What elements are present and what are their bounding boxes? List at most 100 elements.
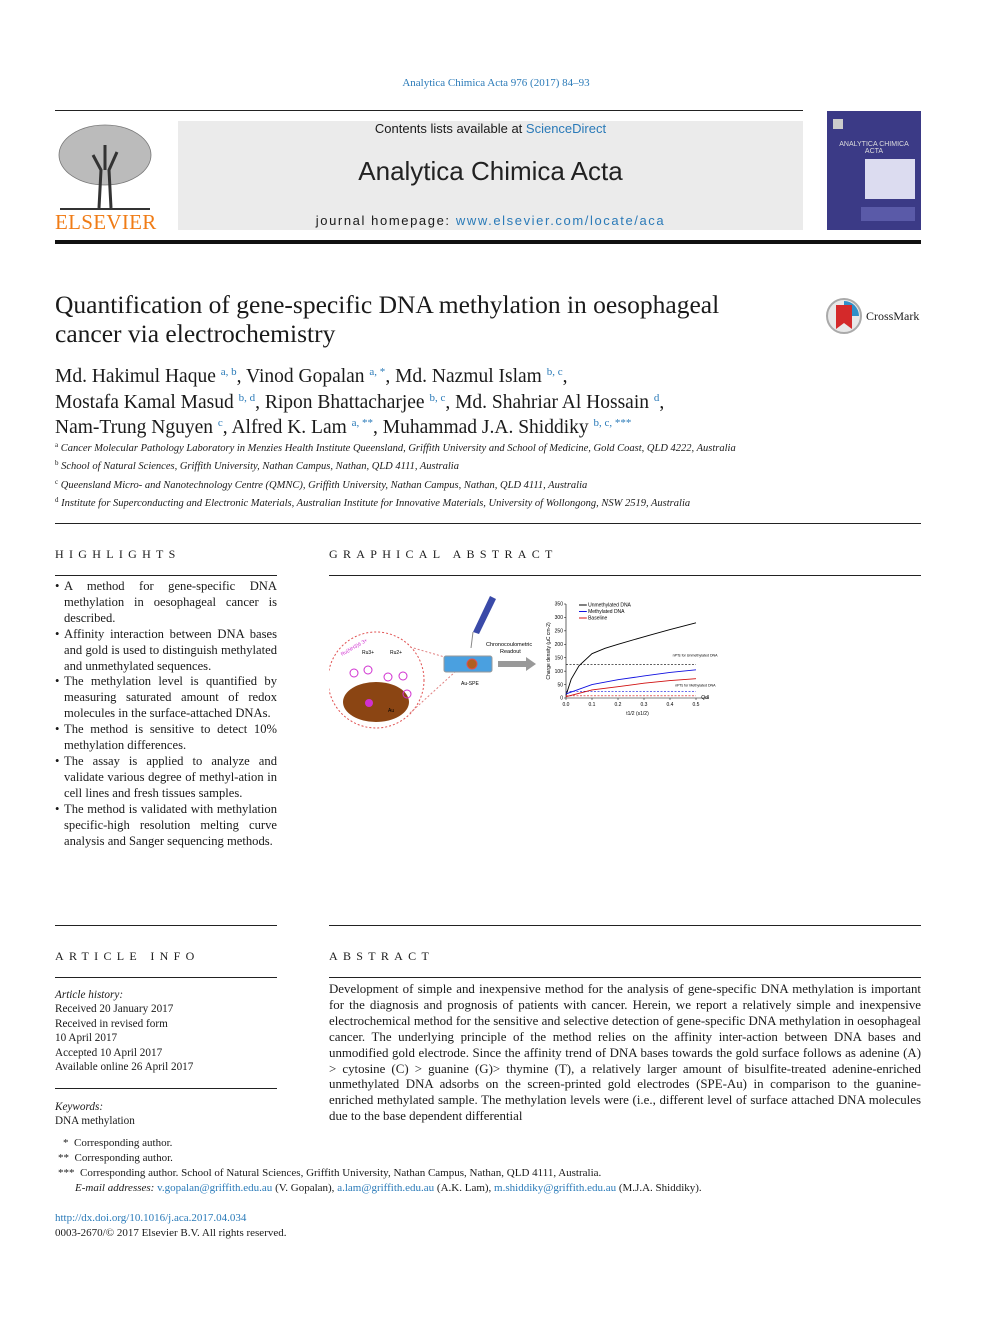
crossmark-icon — [826, 298, 862, 334]
author-affil[interactable]: a, * — [369, 366, 385, 378]
legend-label: Baseline — [588, 616, 607, 622]
affiliation-label: c — [55, 477, 59, 486]
author-name[interactable]: Muhammad J.A. Shiddiky — [383, 417, 589, 438]
author-name[interactable]: Nam-Trung Nguyen — [55, 417, 213, 438]
email-owner: (V. Gopalan), — [272, 1182, 338, 1194]
affiliation-c: c Queensland Micro- and Nanotechnology C… — [55, 475, 795, 493]
header-thick-rule — [55, 240, 921, 244]
x-axis-label: t1/2 (s1/2) — [626, 711, 649, 717]
graphical-abstract-heading: GRAPHICAL ABSTRACT — [329, 547, 558, 561]
author-affil[interactable]: b, c — [547, 366, 563, 378]
legend-label: Unmethylated DNA — [588, 603, 631, 609]
author-affil[interactable]: b, d — [239, 392, 256, 404]
highlight-item: The assay is applied to analyze and vali… — [55, 754, 277, 802]
author-affil[interactable]: a, ** — [352, 417, 373, 429]
redox-molecule-icon — [365, 699, 373, 707]
doi-link[interactable]: http://dx.doi.org/10.1016/j.aca.2017.04.… — [55, 1211, 246, 1226]
divider — [329, 575, 921, 576]
y-tick-label: 0 — [560, 696, 563, 702]
author-name[interactable]: Alfred K. Lam — [231, 417, 346, 438]
qdl-label: Qdl — [701, 695, 709, 701]
abstract-text: Development of simple and inexpensive me… — [329, 982, 921, 1124]
y-tick-label: 150 — [555, 655, 564, 661]
divider — [329, 925, 921, 926]
keywords: Keywords: DNA methylation — [55, 1100, 277, 1129]
au-label: Au — [388, 708, 394, 714]
crossmark-button[interactable]: CrossMark — [825, 297, 925, 335]
sciencedirect-link[interactable]: ScienceDirect — [526, 121, 606, 136]
footnote-mark: *** — [58, 1167, 75, 1179]
author-line-1: Md. Hakimul Haque a, b, Vinod Gopalan a,… — [55, 362, 795, 388]
history-label: Article history: — [55, 989, 124, 1001]
author-affil[interactable]: b, c, *** — [594, 417, 632, 429]
author-name[interactable]: Md. Hakimul Haque — [55, 366, 216, 387]
highlights-heading: HIGHLIGHTS — [55, 547, 181, 561]
affiliation-text: Queensland Micro- and Nanotechnology Cen… — [60, 479, 588, 491]
homepage-link[interactable]: www.elsevier.com/locate/aca — [456, 213, 665, 228]
elsevier-wordmark: ELSEVIER — [55, 210, 157, 234]
journal-citation[interactable]: Analytica Chimica Acta 976 (2017) 84–93 — [0, 77, 992, 89]
homepage-prefix: journal homepage: — [315, 213, 456, 228]
y-tick-label: 300 — [555, 615, 564, 621]
divider — [55, 925, 277, 926]
divider — [329, 977, 921, 978]
gold-electrode-surface — [343, 682, 409, 722]
author-list: Md. Hakimul Haque a, b, Vinod Gopalan a,… — [55, 362, 795, 439]
title-line-1: Quantification of gene-specific DNA meth… — [55, 290, 720, 319]
author-line-2: Mostafa Kamal Masud b, d, Ripon Bhattach… — [55, 388, 795, 414]
cover-logo-icon — [833, 119, 843, 129]
x-tick-label: 0.0 — [563, 702, 570, 708]
affiliations: a Cancer Molecular Pathology Laboratory … — [55, 438, 795, 511]
readout-label-1: Chronocoulometric — [486, 642, 532, 648]
affiliation-label: b — [55, 459, 59, 468]
footnote-mark: ** — [58, 1152, 69, 1164]
history-item: Received 20 January 2017 — [55, 1003, 174, 1016]
affiliation-a: a Cancer Molecular Pathology Laboratory … — [55, 438, 795, 456]
y-tick-label: 100 — [555, 669, 564, 675]
separator: , — [373, 417, 383, 439]
highlight-item: Affinity interaction between DNA bases a… — [55, 627, 277, 675]
separator: , — [445, 391, 456, 413]
legend-label: Methylated DNA — [588, 609, 625, 615]
author-name[interactable]: Md. Nazmul Islam — [395, 366, 542, 387]
affiliation-text: School of Natural Sciences, Griffith Uni… — [61, 461, 459, 473]
electrode-label: Au-SPE — [461, 681, 479, 687]
cover-figure — [865, 159, 915, 199]
email-link[interactable]: v.gopalan@griffith.edu.au — [157, 1182, 272, 1194]
footnote-text: Corresponding author. — [74, 1152, 173, 1164]
pipette-icon — [470, 596, 496, 649]
footnotes: * Corresponding author. ** Corresponding… — [55, 1136, 935, 1196]
author-name[interactable]: Ripon Bhattacharjee — [265, 392, 425, 413]
x-tick-label: 0.5 — [693, 702, 700, 708]
ru3-label: Ru3+ — [362, 650, 374, 656]
x-tick-label: 0.3 — [641, 702, 648, 708]
author-name[interactable]: Vinod Gopalan — [246, 366, 365, 387]
author-line-3: Nam-Trung Nguyen c, Alfred K. Lam a, **,… — [55, 413, 795, 439]
keywords-label: Keywords: — [55, 1101, 104, 1113]
contents-prefix: Contents lists available at — [374, 121, 526, 136]
author-name[interactable]: Md. Shahriar Al Hossain — [455, 392, 649, 413]
keyword-item[interactable]: DNA methylation — [55, 1114, 277, 1128]
email-owner: (A.K. Lam), — [434, 1182, 495, 1194]
author-affil[interactable]: a, b — [221, 366, 237, 378]
elsevier-logo[interactable]: ELSEVIER — [55, 120, 157, 234]
annotation-methylated: nPTs for Methylated DNA — [675, 684, 716, 688]
email-link[interactable]: a.lam@griffith.edu.au — [337, 1182, 434, 1194]
journal-cover-image[interactable]: ANALYTICA CHIMICA ACTA — [827, 111, 921, 230]
email-link[interactable]: m.shiddiky@griffith.edu.au — [494, 1182, 616, 1194]
affiliation-text: Cancer Molecular Pathology Laboratory in… — [60, 443, 736, 454]
highlight-item: The method is validated with methylation… — [55, 802, 277, 850]
author-affil[interactable]: b, c — [429, 392, 445, 404]
affiliation-label: d — [55, 495, 59, 504]
separator: , — [562, 366, 568, 387]
footnote-3: *** Corresponding author. School of Natu… — [55, 1166, 935, 1181]
separator: , — [659, 391, 665, 413]
footnote-mark: * — [63, 1137, 69, 1149]
highlights-list: A method for gene-specific DNA methylati… — [55, 579, 277, 849]
footnote-2: ** Corresponding author. — [55, 1151, 935, 1166]
divider — [55, 523, 921, 524]
author-name[interactable]: Mostafa Kamal Masud — [55, 392, 234, 413]
graphical-abstract-figure[interactable]: Ru(NH3)6 3+ Ru3+ Ru2+ Au Au-SPE Chronoco… — [329, 585, 749, 735]
journal-title: Analytica Chimica Acta — [358, 156, 623, 186]
email-addresses: E-mail addresses: v.gopalan@griffith.edu… — [55, 1181, 935, 1196]
